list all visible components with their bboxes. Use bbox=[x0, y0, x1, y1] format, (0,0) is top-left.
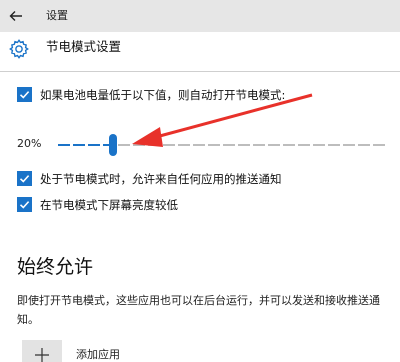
allow-push-label: 处于节电模式时，允许来自任何应用的推送通知 bbox=[40, 172, 282, 186]
back-arrow-icon bbox=[9, 11, 22, 21]
window-title: 设置 bbox=[46, 9, 68, 22]
always-allowed-description: 即使打开节电模式，这些应用也可以在后台运行，并可以发送和接收推送通知。 bbox=[17, 294, 380, 326]
always-allowed-heading: 始终允许 bbox=[17, 256, 94, 278]
add-app-label[interactable]: 添加应用 bbox=[76, 346, 120, 362]
lower-brightness-checkbox[interactable] bbox=[17, 197, 32, 212]
gear-icon bbox=[9, 39, 29, 59]
checkmark-icon bbox=[19, 201, 30, 209]
auto-battery-saver-label: 如果电池电量低于以下值，则自动打开节电模式: bbox=[40, 88, 286, 102]
back-button[interactable] bbox=[0, 0, 32, 32]
plus-icon bbox=[35, 348, 49, 362]
checkmark-icon bbox=[19, 175, 30, 183]
lower-brightness-label: 在节电模式下屏幕亮度较低 bbox=[40, 198, 178, 212]
header-divider bbox=[0, 71, 400, 72]
threshold-slider[interactable] bbox=[58, 133, 388, 157]
allow-push-checkbox[interactable] bbox=[17, 171, 32, 186]
page-title: 节电模式设置 bbox=[46, 39, 122, 54]
threshold-value: 20% bbox=[17, 137, 42, 150]
add-app-button[interactable] bbox=[22, 340, 62, 362]
checkmark-icon bbox=[19, 91, 30, 99]
slider-thumb bbox=[109, 134, 117, 156]
title-bar: 设置 bbox=[0, 0, 400, 32]
auto-battery-saver-checkbox[interactable] bbox=[17, 87, 32, 102]
